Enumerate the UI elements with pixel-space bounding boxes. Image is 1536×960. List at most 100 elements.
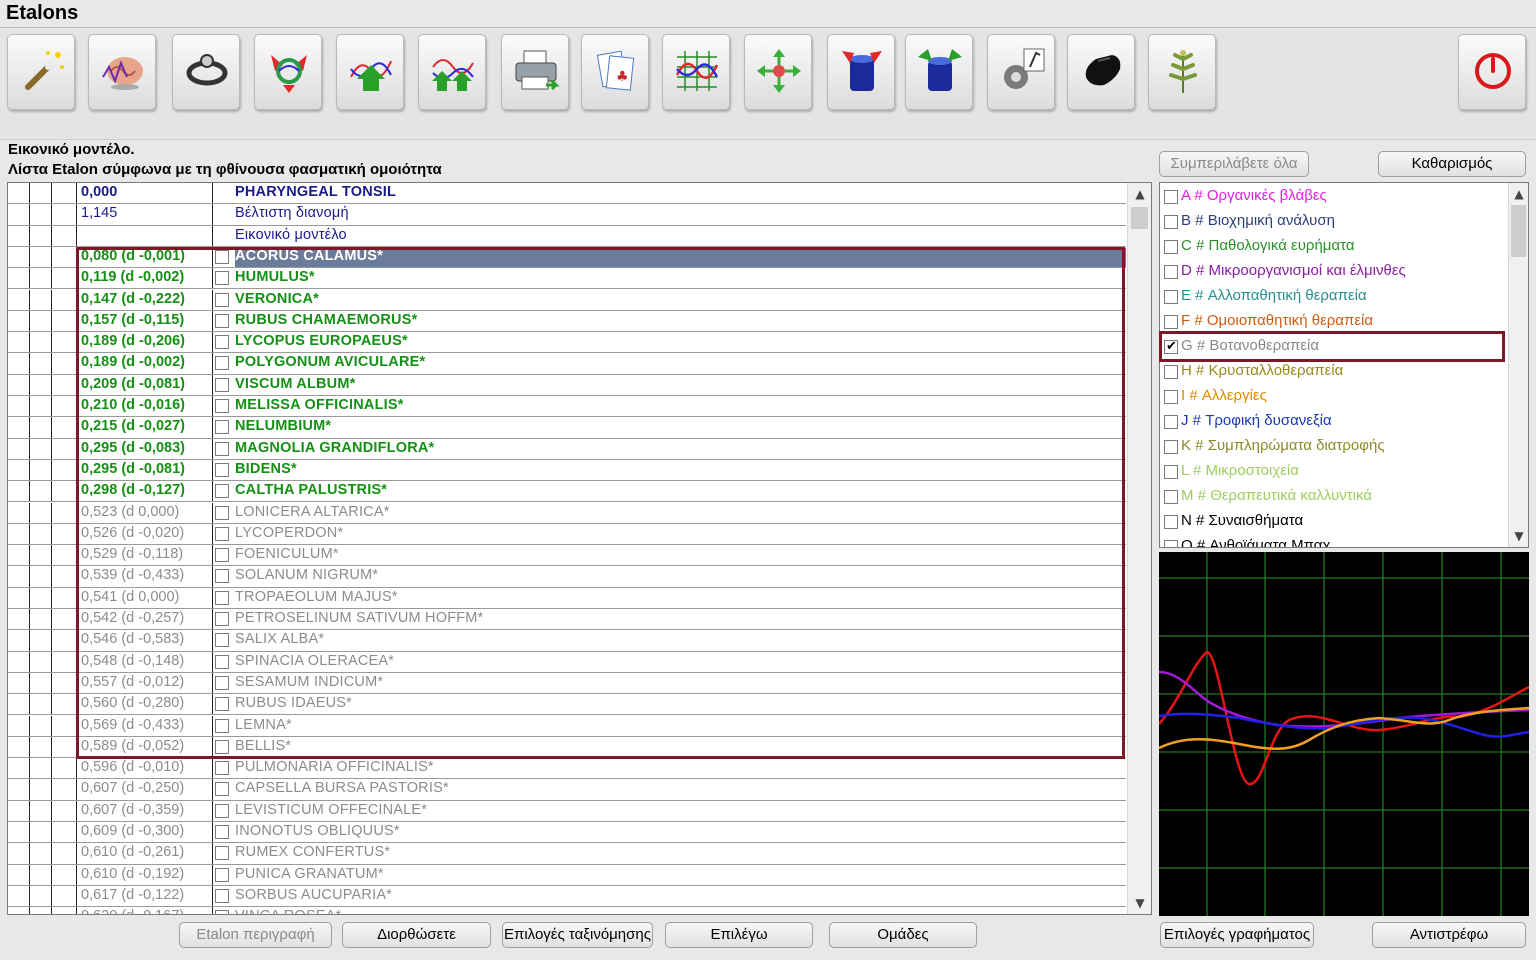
category-checkbox[interactable] xyxy=(1164,290,1178,304)
correct-button[interactable]: Διορθώσετε xyxy=(342,922,491,948)
row-checkbox[interactable] xyxy=(215,739,229,754)
category-checkbox[interactable] xyxy=(1164,365,1178,379)
table-row[interactable]: 0,610 (d -0,261) RUMEX CONFERTUS* xyxy=(8,843,1126,865)
row-checkbox[interactable] xyxy=(215,867,229,882)
row-checkbox[interactable] xyxy=(215,782,229,797)
table-row[interactable]: 0,157 (d -0,115) RUBUS CHAMAEMORUS* xyxy=(8,310,1126,333)
table-row[interactable]: 0,548 (d -0,148) SPINACIA OLERACEA* xyxy=(8,651,1126,673)
table-row[interactable]: 0,546 (d -0,583) SALIX ALBA* xyxy=(8,630,1126,652)
groups-button[interactable]: Ομάδες xyxy=(829,922,977,948)
red-cylinder-button[interactable] xyxy=(827,34,895,110)
body-scan-button[interactable] xyxy=(172,34,240,110)
invert-button[interactable]: Αντιστρέφω xyxy=(1372,922,1526,948)
black-stone-button[interactable] xyxy=(1067,34,1135,110)
table-row[interactable]: 0,610 (d -0,192) PUNICA GRANATUM* xyxy=(8,864,1126,886)
row-checkbox[interactable] xyxy=(215,292,229,307)
category-checkbox[interactable] xyxy=(1164,415,1178,429)
notes-button[interactable]: ♣ xyxy=(581,34,649,110)
include-all-button[interactable]: Συμπεριλάβετε όλα xyxy=(1159,151,1309,177)
table-row[interactable]: 0,523 (d 0,000) LONICERA ALTARICA* xyxy=(8,502,1126,524)
table-row[interactable]: 1,145 Βέλτιστη διανομή xyxy=(8,204,1126,226)
row-checkbox[interactable] xyxy=(215,590,229,605)
row-checkbox[interactable] xyxy=(215,271,229,286)
row-checkbox[interactable] xyxy=(215,399,229,413)
row-checkbox[interactable] xyxy=(215,505,229,520)
table-row[interactable]: Εικονικό μοντέλο xyxy=(8,225,1126,247)
scroll-up-icon[interactable]: ▲ xyxy=(1133,187,1147,201)
table-row[interactable]: 0,298 (d -0,127) CALTHA PALUSTRIS* xyxy=(8,481,1126,503)
clear-button[interactable]: Καθαρισμός xyxy=(1378,151,1526,177)
sort-options-button[interactable]: Επιλογές ταξινόμησης xyxy=(502,922,653,948)
row-checkbox[interactable] xyxy=(215,846,229,861)
gear-microscope-button[interactable] xyxy=(987,34,1055,110)
scroll-down-icon[interactable]: ▼ xyxy=(1512,529,1526,543)
etalon-list[interactable]: 0,000 PHARYNGEAL TONSIL 1,145 Βέλτιστη διαν… xyxy=(7,182,1152,915)
category-checkbox[interactable] xyxy=(1164,515,1178,529)
herb-plant-button[interactable] xyxy=(1148,34,1216,110)
table-row[interactable]: 0,119 (d -0,002) HUMULUS* xyxy=(8,268,1126,290)
row-checkbox[interactable] xyxy=(215,910,229,914)
etalon-description-button[interactable]: Etalon περιγραφή xyxy=(179,922,332,948)
category-checkbox[interactable] xyxy=(1164,465,1178,479)
blue-cylinder-button[interactable] xyxy=(905,34,973,110)
category-checkbox[interactable] xyxy=(1164,440,1178,454)
category-checkbox[interactable] xyxy=(1164,215,1178,229)
category-scrollbar[interactable]: ▲ ▼ xyxy=(1508,183,1528,547)
spectrum-compare-button[interactable] xyxy=(662,34,730,110)
category-checkbox[interactable] xyxy=(1164,390,1178,404)
row-checkbox[interactable] xyxy=(215,761,229,776)
row-checkbox[interactable] xyxy=(215,335,229,350)
scroll-thumb[interactable] xyxy=(1511,205,1526,257)
print-button[interactable] xyxy=(501,34,569,110)
row-checkbox[interactable] xyxy=(215,526,229,541)
magic-wand-button[interactable] xyxy=(7,34,75,110)
table-row[interactable]: 0,539 (d -0,433) SOLANUM NIGRUM* xyxy=(8,566,1126,588)
select-button[interactable]: Επιλέγω xyxy=(665,922,813,948)
table-row[interactable]: 0,609 (d -0,300) INONOTUS OBLIQUUS* xyxy=(8,822,1126,844)
row-checkbox[interactable] xyxy=(215,888,229,903)
scroll-up-icon[interactable]: ▲ xyxy=(1512,187,1526,201)
graph-double-up-button[interactable] xyxy=(418,34,486,110)
table-row[interactable]: 0,209 (d -0,081) VISCUM ALBUM* xyxy=(8,374,1126,396)
table-row[interactable]: 0,210 (d -0,016) MELISSA OFFICINALIS* xyxy=(8,396,1126,418)
table-row[interactable]: 0,589 (d -0,052) BELLIS* xyxy=(8,736,1126,759)
table-row[interactable]: 0,189 (d -0,206) LYCOPUS EUROPAEUS* xyxy=(8,332,1126,354)
row-checkbox[interactable] xyxy=(215,441,229,456)
row-checkbox[interactable] xyxy=(215,718,229,733)
table-row[interactable]: 0,596 (d -0,010) PULMONARIA OFFICINALIS* xyxy=(8,758,1126,780)
table-row[interactable]: 0,541 (d 0,000) TROPAEOLUM MAJUS* xyxy=(8,587,1126,609)
table-row[interactable]: 0,620 (d -0,167) VINCA ROSEA* xyxy=(8,907,1126,914)
table-row[interactable]: 0,080 (d -0,001) ACORUS CALAMUS* xyxy=(8,246,1126,269)
row-checkbox[interactable] xyxy=(215,569,229,584)
row-checkbox[interactable] xyxy=(215,249,229,264)
category-checkbox[interactable] xyxy=(1164,190,1178,204)
category-checkbox[interactable] xyxy=(1164,265,1178,279)
row-checkbox[interactable] xyxy=(215,313,229,328)
category-checkbox[interactable] xyxy=(1164,540,1178,547)
row-checkbox[interactable] xyxy=(215,633,229,648)
category-checkbox[interactable] xyxy=(1164,240,1178,254)
table-row[interactable]: 0,000 PHARYNGEAL TONSIL xyxy=(8,183,1126,205)
move-arrows-button[interactable] xyxy=(744,34,812,110)
row-checkbox[interactable] xyxy=(215,697,229,712)
row-checkbox[interactable] xyxy=(215,484,229,499)
table-row[interactable]: 0,607 (d -0,359) LEVISTICUM OFFECINALE* xyxy=(8,800,1126,822)
table-row[interactable]: 0,560 (d -0,280) RUBUS IDAEUS* xyxy=(8,694,1126,716)
row-checkbox[interactable] xyxy=(215,420,229,435)
table-row[interactable]: 0,529 (d -0,118) FOENICULUM* xyxy=(8,545,1126,567)
row-checkbox[interactable] xyxy=(215,356,229,371)
row-checkbox[interactable] xyxy=(215,462,229,477)
row-checkbox[interactable] xyxy=(215,548,229,563)
row-checkbox[interactable] xyxy=(215,675,229,690)
table-row[interactable]: 0,557 (d -0,012) SESAMUM INDICUM* xyxy=(8,672,1126,695)
table-row[interactable]: 0,607 (d -0,250) CAPSELLA BURSA PASTORIS* xyxy=(8,779,1126,801)
list-scrollbar[interactable]: ▲ ▼ xyxy=(1127,183,1151,914)
table-row[interactable]: 0,542 (d -0,257) PETROSELINUM SATIVUM HOF… xyxy=(8,609,1126,631)
graph-up-button[interactable] xyxy=(336,34,404,110)
table-row[interactable]: 0,147 (d -0,222) VERONICA* xyxy=(8,289,1126,311)
row-checkbox[interactable] xyxy=(215,825,229,839)
category-list[interactable]: A # Οργανικές βλάβες B # Βιοχημική ανάλυσ… xyxy=(1159,182,1529,548)
power-button[interactable] xyxy=(1458,34,1526,110)
scroll-down-icon[interactable]: ▼ xyxy=(1133,896,1147,910)
table-row[interactable]: 0,215 (d -0,027) NELUMBIUM* xyxy=(8,417,1126,439)
